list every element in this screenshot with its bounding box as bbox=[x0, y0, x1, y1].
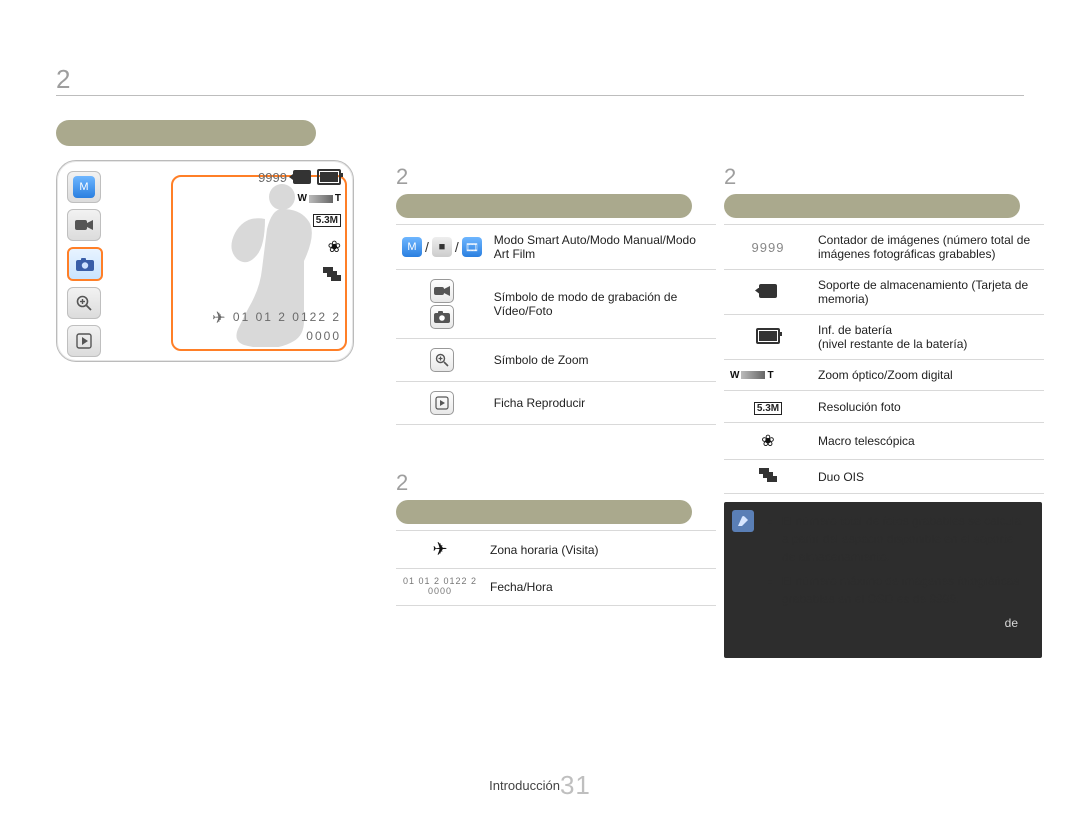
video-photo-icon bbox=[396, 270, 488, 339]
legend-table-left-icons: M/ ■/ 🎞 Modo Smart Auto/Modo Manual/Modo… bbox=[396, 224, 716, 425]
legend-label: Duo OIS bbox=[812, 460, 1044, 494]
duo-ois-icon bbox=[323, 267, 341, 281]
resolution-icon: 5.3M bbox=[313, 214, 341, 227]
battery-icon bbox=[317, 169, 341, 185]
page-heading-number: 2 bbox=[56, 64, 70, 95]
note-visible-fragment: de bbox=[1005, 614, 1018, 632]
legend-label: Símbolo de modo de grabación de Vídeo/Fo… bbox=[488, 270, 716, 339]
zoom-wt-icon: WT bbox=[297, 193, 341, 204]
section-number: 2 bbox=[724, 164, 1044, 190]
right-column: 2 9999 Contador de imágenes (número tota… bbox=[724, 164, 1044, 494]
datetime-text-icon: 01 01 2 0122 2 0000 bbox=[396, 569, 484, 606]
lcd-top-right: 9999 bbox=[258, 169, 341, 185]
lcd-sidebar: M bbox=[67, 171, 103, 357]
legend-label: Inf. de batería (nivel restante de la ba… bbox=[812, 315, 1044, 360]
mode-video-button[interactable] bbox=[67, 209, 101, 241]
duo-ois-icon bbox=[724, 460, 812, 494]
zoom-wt-icon: WT bbox=[724, 360, 812, 391]
mode-smart-auto-button[interactable]: M bbox=[67, 171, 101, 203]
legend-table-right-icons: 9999 Contador de imágenes (número total … bbox=[724, 224, 1044, 494]
camera-lcd-mock: M 9999 WT bbox=[56, 160, 354, 362]
lcd-right-icon-stack: WT 5.3M ❀ bbox=[297, 193, 341, 281]
mid-bottom-column: 2 ✈ Zona horaria (Visita) 01 01 2 0122 2… bbox=[396, 470, 716, 606]
footer-label: Introducción bbox=[489, 778, 560, 793]
macro-flower-icon: ❀ bbox=[328, 237, 341, 257]
play-tab-button[interactable] bbox=[67, 325, 101, 357]
legend-label: Macro telescópica bbox=[812, 423, 1044, 460]
legend-label: Fecha/Hora bbox=[484, 569, 716, 606]
resolution-icon: 5.3M bbox=[724, 391, 812, 423]
legend-label: Contador de imágenes (número total de im… bbox=[812, 225, 1044, 270]
clock-icon: ✈ bbox=[396, 531, 484, 569]
play-tab-icon bbox=[396, 382, 488, 425]
note-box: El número total de fotos grabables se ca… bbox=[724, 502, 1042, 658]
mode-icons: M/ ■/ 🎞 bbox=[396, 225, 488, 270]
zoom-icon bbox=[396, 339, 488, 382]
lcd-date: 01 01 2 0122 2 bbox=[233, 310, 341, 324]
legend-label: Modo Smart Auto/Modo Manual/Modo Art Fil… bbox=[488, 225, 716, 270]
legend-label: Resolución foto bbox=[812, 391, 1044, 423]
manual-page: 2 2 M bbox=[0, 0, 1080, 825]
legend-label: Símbolo de Zoom bbox=[488, 339, 716, 382]
legend-label: Ficha Reproducir bbox=[488, 382, 716, 425]
legend-label: Zona horaria (Visita) bbox=[484, 531, 716, 569]
clock-icon: ✈ bbox=[212, 310, 227, 327]
mid-top-column: 2 M/ ■/ 🎞 Modo Smart Auto/Modo Manual/Mo… bbox=[396, 164, 716, 425]
memory-card-icon bbox=[724, 270, 812, 315]
section-pill bbox=[724, 194, 1020, 218]
section-number: 2 bbox=[396, 470, 716, 496]
left-column: 2 M bbox=[56, 120, 356, 362]
section-pill bbox=[396, 194, 692, 218]
heading-rule bbox=[56, 95, 1024, 96]
mode-photo-button[interactable] bbox=[67, 247, 103, 281]
lcd-datetime: ✈ 01 01 2 0122 2 0000 bbox=[212, 309, 341, 343]
datetime-line2: 0000 bbox=[402, 587, 478, 597]
section-number: 2 bbox=[396, 164, 716, 190]
memory-card-icon bbox=[293, 170, 311, 184]
legend-label: Soporte de almacenamiento (Tarjeta de me… bbox=[812, 270, 1044, 315]
section-pill-left: 2 bbox=[56, 120, 316, 146]
macro-flower-icon: ❀ bbox=[724, 423, 812, 460]
note-bullet: El número máximo de imágenes fotográfica… bbox=[782, 572, 1028, 608]
photo-counter: 9999 bbox=[258, 170, 287, 185]
page-number: 31 bbox=[560, 770, 591, 800]
section-pill bbox=[396, 500, 692, 524]
zoom-button[interactable] bbox=[67, 287, 101, 319]
note-info-icon bbox=[732, 510, 754, 532]
page-footer: Introducción31 bbox=[0, 770, 1080, 801]
legend-label: Zoom óptico/Zoom digital bbox=[812, 360, 1044, 391]
battery-icon bbox=[724, 315, 812, 360]
counter-text-icon: 9999 bbox=[724, 225, 812, 270]
note-bullet: El número total de fotos grabables se ca… bbox=[782, 512, 1028, 566]
legend-table-bottom-icons: ✈ Zona horaria (Visita) 01 01 2 0122 2 0… bbox=[396, 530, 716, 606]
lcd-time: 0000 bbox=[306, 329, 341, 343]
